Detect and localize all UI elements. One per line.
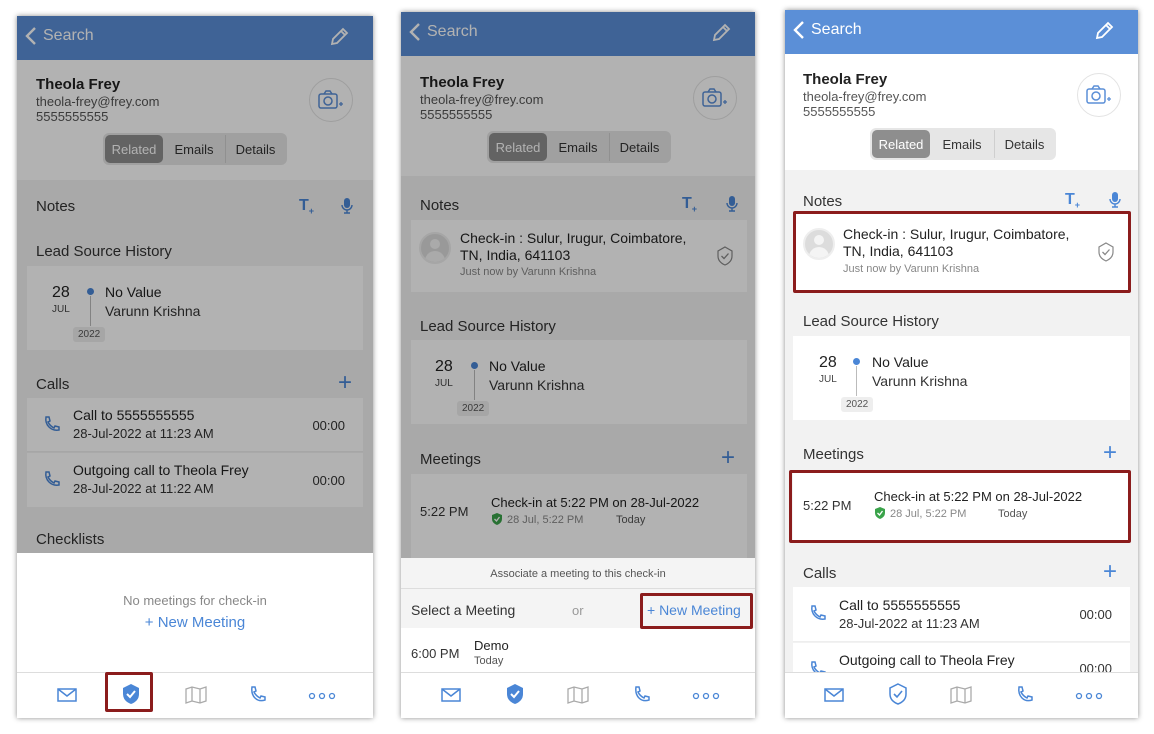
contact-name: Theola Frey [803,71,888,88]
screen-1: Search Theola Frey theola-frey@frey.com … [17,16,373,718]
back-label: Search [811,21,862,38]
add-call-button[interactable]: + [1103,560,1117,584]
add-meeting-button[interactable]: + [1103,441,1117,465]
checkin-shield-icon[interactable] [505,683,525,705]
notes-heading: Notes [803,193,843,210]
map-icon[interactable] [567,686,589,704]
more-icon[interactable] [1075,692,1103,700]
back-button[interactable]: Search [793,20,862,40]
call-duration: 00:00 [1079,607,1112,622]
phone-icon[interactable] [1016,686,1034,704]
phone-icon[interactable] [633,686,651,704]
nav-bar: Search [785,10,1138,54]
meeting-option-day: Today [474,655,504,667]
empty-meetings-text: No meetings for check-in [123,593,267,608]
lead-day: 28 [819,354,837,371]
timeline-line [856,366,857,396]
contact-phone[interactable]: 5555555555 [803,104,875,119]
call-title: Call to 5555555555 [839,597,961,613]
meetings-heading: Meetings [803,446,864,463]
lead-source-heading: Lead Source History [803,313,939,330]
lead-month: JUL [819,374,837,385]
lead-owner: Varunn Krishna [872,373,968,389]
mail-icon[interactable] [824,688,844,702]
contact-email[interactable]: theola-frey@frey.com [803,89,927,104]
lead-year: 2022 [841,397,874,412]
call-row[interactable]: Outgoing call to Theola Frey 00:00 [793,643,1130,676]
meeting-option-title: Demo [474,638,509,653]
dim-overlay[interactable] [401,12,755,558]
timeline-dot [853,358,860,365]
highlight-checkin-tab [105,672,153,712]
chevron-left-icon [793,21,804,39]
highlight-new-meeting [640,593,753,629]
phone-call-icon [811,605,826,620]
tab-segment: Related Emails Details [870,128,1056,160]
camera-button[interactable] [1077,73,1121,117]
meeting-option[interactable]: 6:00 PM Demo Today [401,628,755,672]
mail-icon[interactable] [57,688,77,702]
call-date: 28-Jul-2022 at 11:23 AM [839,616,980,631]
calls-heading: Calls [803,565,837,582]
mail-icon[interactable] [441,688,461,702]
screen-3: Search Theola Frey theola-frey@frey.com … [785,10,1138,718]
bottom-tab-bar [17,672,373,718]
more-icon[interactable] [692,692,720,700]
lead-source-card: 28 JUL 2022 No Value Varunn Krishna [793,336,1130,420]
tab-emails[interactable]: Emails [930,130,994,158]
checkin-shield-icon[interactable] [888,683,908,705]
highlight-note-card [793,211,1131,293]
phone-icon[interactable] [249,686,267,704]
checkin-sheet: No meetings for check-in + New Meeting [17,553,373,673]
select-meeting-label[interactable]: Select a Meeting [411,602,515,618]
edit-icon[interactable] [1094,21,1114,41]
map-icon[interactable] [950,686,972,704]
tab-details[interactable]: Details [994,130,1054,158]
call-title: Outgoing call to Theola Frey [839,652,1015,668]
tab-related[interactable]: Related [872,130,930,158]
highlight-meeting-row [789,470,1131,543]
or-label: or [572,603,584,618]
microphone-icon[interactable] [1108,191,1122,209]
lead-value: No Value [872,354,929,370]
bottom-tab-bar [785,672,1138,718]
map-icon[interactable] [185,686,207,704]
add-text-note-icon[interactable]: T+ [1065,191,1080,210]
new-meeting-link[interactable]: + New Meeting [17,614,373,631]
more-icon[interactable] [308,692,336,700]
camera-icon [1086,85,1111,104]
meeting-option-time: 6:00 PM [411,646,460,661]
bottom-tab-bar [401,672,755,718]
dim-overlay[interactable] [17,16,373,553]
sheet-header: Associate a meeting to this check-in [490,568,666,580]
call-row[interactable]: Call to 5555555555 28-Jul-2022 at 11:23 … [793,587,1130,642]
